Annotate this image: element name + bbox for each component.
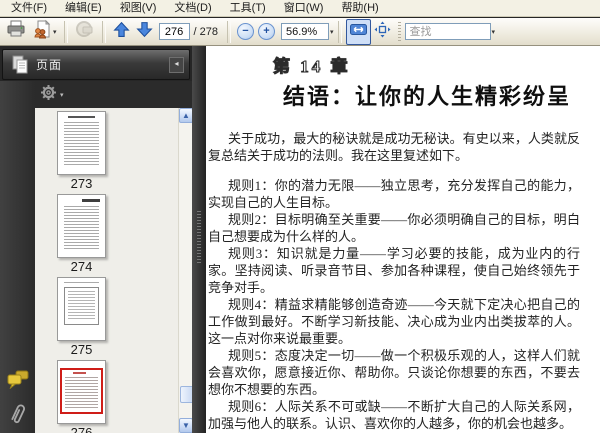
find-group: ▾ <box>404 23 496 40</box>
menu-help[interactable]: 帮助(H) <box>332 0 387 17</box>
panel-options-row: ▾ <box>35 81 192 108</box>
toolbar-separator <box>101 20 106 43</box>
find-dropdown-caret[interactable]: ▾ <box>492 28 496 36</box>
document-body: 关于成功，最大的秘诀就是成功无秘诀。有史以来，人类就反复总结关于成功的法则。我在… <box>208 130 580 433</box>
menu-bar: 文件(F) 编辑(E) 视图(V) 文档(D) 工具(T) 窗口(W) 帮助(H… <box>0 0 600 17</box>
find-input[interactable] <box>404 23 491 40</box>
collaborate-button-disabled <box>72 19 98 45</box>
panel-splitter[interactable] <box>192 46 206 433</box>
current-view-indicator <box>60 368 103 414</box>
collapse-panel-button[interactable]: ◂ <box>169 56 184 73</box>
thumbnail-list: 273 274 275 276 ▲ ▼ <box>35 108 192 433</box>
rule-paragraph-1: 规则1：你的潜力无限——独立思考，充分发挥自己的能力，实现自己的人生目标。 <box>208 178 580 210</box>
intro-paragraph: 关于成功，最大的秘诀就是成功无秘诀。有史以来，人类就反复总结关于成功的法则。我在… <box>208 131 580 163</box>
zoom-level-box[interactable]: 56.9% <box>280 23 329 40</box>
thumbnail-scrollbar[interactable]: ▲ ▼ <box>178 108 192 433</box>
page-total-label: / 278 <box>193 25 218 38</box>
menu-edit[interactable]: 编辑(E) <box>56 0 111 17</box>
toolbar-drag-grip[interactable] <box>397 21 401 42</box>
thumbnail-page-275[interactable]: 275 <box>35 277 192 357</box>
thumbnail-label: 276 <box>70 425 93 433</box>
chevron-down-icon: ▾ <box>53 28 57 36</box>
menu-view[interactable]: 视图(V) <box>111 0 166 17</box>
options-caret-icon[interactable]: ▾ <box>60 91 64 99</box>
thumbnail-page-276-current[interactable]: 276 <box>35 360 192 433</box>
next-page-button[interactable] <box>133 19 156 45</box>
pages-panel-header: 页面 ◂ <box>2 49 190 80</box>
zoom-in-button[interactable]: + <box>257 23 275 40</box>
comments-icon <box>7 370 29 389</box>
panel-title: 页面 <box>36 58 63 72</box>
toolbar-separator <box>63 20 68 43</box>
menu-tools[interactable]: 工具(T) <box>221 0 275 17</box>
toolbar-separator <box>226 20 231 43</box>
gear-icon[interactable] <box>40 84 57 106</box>
scrollbar-thumb[interactable] <box>180 386 192 403</box>
fit-page-icon <box>374 21 391 43</box>
paperclip-icon <box>11 404 25 424</box>
zoom-out-button[interactable]: − <box>236 23 254 40</box>
menu-file[interactable]: 文件(F) <box>2 0 56 17</box>
thumbnail-label: 274 <box>70 259 93 274</box>
navigation-sidebar: 页面 ◂ ▾ 273 274 275 276 ▲ ▼ <box>0 46 192 433</box>
previous-page-button[interactable] <box>110 19 133 45</box>
rule-paragraph-4: 规则4：精益求精能够创造奇迹——今天就下定决心把自己的工作做到最好。不断学习新技… <box>208 297 580 346</box>
page-number-input[interactable] <box>158 23 190 40</box>
page-title: 结语：让你的人生精彩纷呈 <box>283 84 572 109</box>
thumbnail-page-274[interactable]: 274 <box>35 194 192 274</box>
comments-tab[interactable] <box>7 368 29 390</box>
menu-document[interactable]: 文档(D) <box>165 0 220 17</box>
document-page[interactable]: 第 14 章 结语：让你的人生精彩纷呈 关于成功，最大的秘诀就是成功无秘诀。有史… <box>206 46 600 433</box>
fit-width-icon <box>349 22 368 42</box>
menu-window[interactable]: 窗口(W) <box>275 0 333 17</box>
pages-tab-icon[interactable] <box>3 55 36 75</box>
zoom-level-value: 56.9% <box>285 25 318 38</box>
rule-paragraph-6: 规则6：人际关系不可或缺——不断扩大自己的人际关系网，加强与他人的联系。认识、喜… <box>208 399 580 431</box>
attachments-tab[interactable] <box>7 403 29 425</box>
fit-width-button[interactable] <box>345 18 371 45</box>
rule-paragraph-5: 规则5：态度决定一切——做一个积极乐观的人，这样人们就会喜欢你，愿意接近你、帮助… <box>208 348 580 397</box>
fit-page-button[interactable] <box>371 19 394 45</box>
print-button[interactable] <box>3 19 29 45</box>
toolbar: ▾ / 27 <box>0 18 600 46</box>
toolbar-separator <box>337 20 342 43</box>
pdf-reader-window: 文件(F) 编辑(E) 视图(V) 文档(D) 工具(T) 窗口(W) 帮助(H… <box>0 0 600 433</box>
sidebar-tab-strip <box>0 81 35 433</box>
rule-paragraph-2: 规则2：目标明确至关重要——你必须明确自己的目标，明白自己想要成为什么样的人。 <box>208 212 580 244</box>
scroll-down-button[interactable]: ▼ <box>179 418 192 433</box>
collaborate-icon <box>75 19 95 44</box>
share-review-button[interactable]: ▾ <box>29 19 60 45</box>
arrow-down-icon <box>135 21 153 43</box>
zoom-dropdown-caret[interactable]: ▾ <box>330 28 334 36</box>
splitter-grip <box>197 211 201 263</box>
pages-panel: ▾ 273 274 275 276 ▲ ▼ <box>35 81 192 433</box>
thumbnail-label: 275 <box>70 342 93 357</box>
share-review-icon <box>32 19 52 44</box>
thumbnail-page-273[interactable]: 273 <box>35 111 192 191</box>
arrow-up-icon <box>112 21 130 43</box>
chapter-heading: 第 14 章 <box>273 57 351 77</box>
scroll-up-button[interactable]: ▲ <box>179 108 192 123</box>
thumbnail-label: 273 <box>70 176 93 191</box>
rule-paragraph-3: 规则3：知识就是力量——学习必要的技能，成为业内的行家。坚持阅读、听录音节目、参… <box>208 246 580 295</box>
printer-icon <box>6 20 26 43</box>
